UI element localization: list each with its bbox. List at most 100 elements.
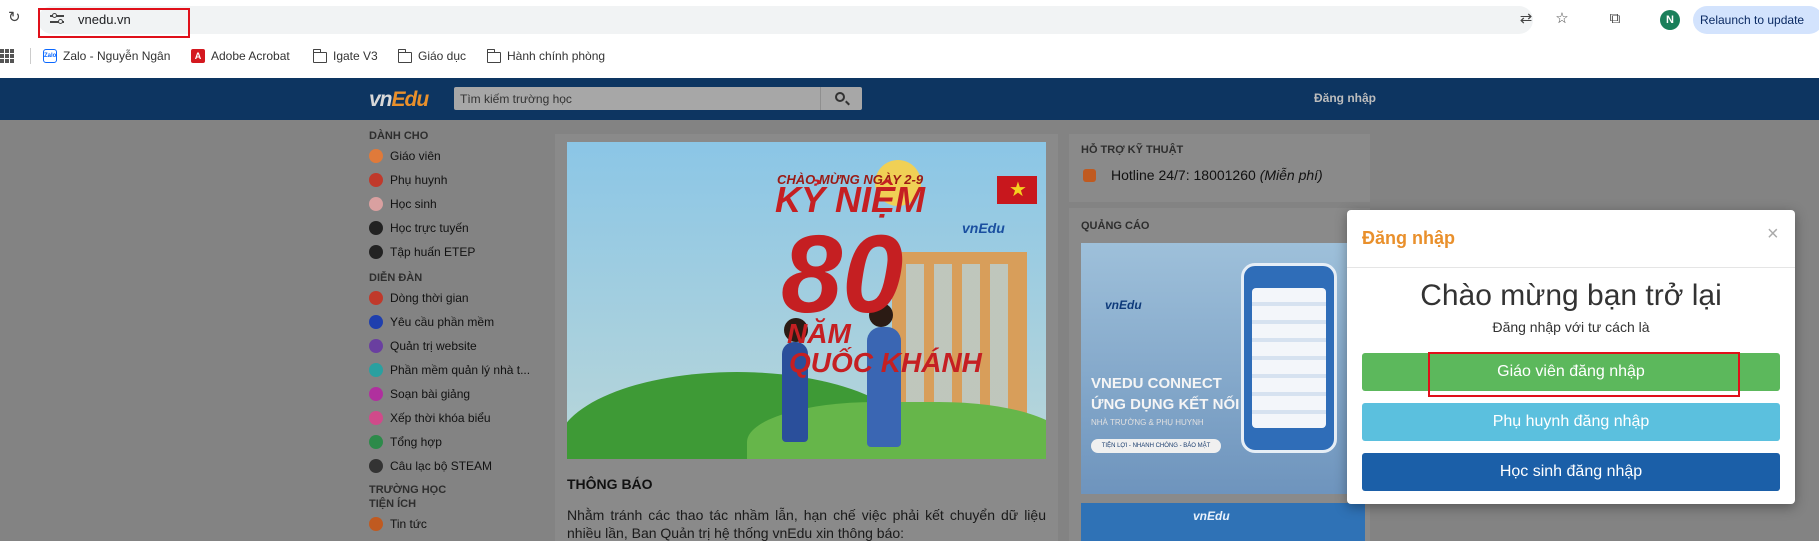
folder-icon [486,48,501,63]
zalo-icon: Zalo [43,49,57,63]
bookmarks-bar: Zalo Zalo - Nguyễn Ngân A Adobe Acrobat … [0,44,1819,68]
ad-line2: ỨNG DỤNG KẾT NỐI [1091,396,1240,413]
ad-pill: TIỆN LỢI - NHANH CHÓNG - BẢO MẬT [1091,439,1221,453]
menu-item-label: Học trực tuyến [390,221,469,235]
menu-section-title: TIỆN ÍCH [369,498,417,510]
modal-title: Đăng nhập [1362,228,1455,248]
bookmark-giao-duc[interactable]: Giáo dục [397,47,467,65]
timeline-icon [369,291,383,305]
search-input[interactable]: Tìm kiếm trường học [460,92,572,106]
menu-item[interactable]: Giáo viên [369,144,549,168]
browser-toolbar: ↻ vnedu.vn ⇄ ☆ ⧉ N Relaunch to update [0,0,1819,40]
menu-item-label: Tin tức [390,517,427,531]
news-icon [369,517,383,531]
support-title: HỖ TRỢ KỸ THUẬT [1081,144,1184,156]
page-content: vnEdu Tìm kiếm trường học Đăng nhập DÀNH… [0,78,1819,541]
menu-item-label: Câu lạc bộ STEAM [390,459,493,473]
header-login-link[interactable]: Đăng nhập [1314,91,1376,105]
main-column: ★ CHÀO MỪNG NGÀY 2-9 KỶ NIỆM 80 NĂM QUỐC… [555,134,1058,541]
vnedu-logo[interactable]: vnEdu [369,88,429,112]
ads-title: QUẢNG CÁO [1081,220,1150,232]
menu-item[interactable]: Quản trị website [369,334,549,358]
login-as-label: Đăng nhập với tư cách là [1492,319,1650,335]
menu-section-title: DIỄN ĐÀN [369,272,423,284]
support-box: HỖ TRỢ KỸ THUẬT Hotline 24/7: 18001260 (… [1069,134,1370,202]
menu-item-label: Giáo viên [390,149,441,163]
banner-brand: vnEdu [962,220,1005,236]
annotation-highlight-teacher-button [1428,352,1740,397]
menu-item[interactable]: Tập huấn ETEP [369,240,549,264]
menu-item-label: Học sinh [390,197,437,211]
parent-login-button[interactable]: Phụ huynh đăng nhập [1362,403,1780,441]
welcome-heading: Chào mừng bạn trở lại [1420,279,1722,312]
bookmarks-divider [30,48,31,64]
menu-item[interactable]: Xếp thời khóa biểu [369,406,549,430]
translate-icon[interactable]: ⇄ [1517,10,1535,28]
close-icon[interactable]: × [1767,224,1779,244]
site-header: vnEdu Tìm kiếm trường học Đăng nhập [0,78,1819,120]
menu-item[interactable]: Câu lạc bộ STEAM [369,454,549,478]
menu-item[interactable]: Phụ huynh [369,168,549,192]
menu-section-title: TRƯỜNG HỌC [369,484,447,496]
menu-item-label: Phần mềm quản lý nhà t... [390,363,531,377]
search-icon [835,92,845,102]
ad-vnedu-connect[interactable]: vnEdu VNEDU CONNECT ỨNG DỤNG KẾT NỐI NHÀ… [1081,243,1365,494]
bookmark-hanh-chinh[interactable]: Hành chính phòng [486,47,606,65]
menu-item[interactable]: Học trực tuyến [369,216,549,240]
bookmark-igate[interactable]: Igate V3 [312,47,378,65]
calendar-icon [369,411,383,425]
phone-mockup [1241,263,1337,453]
bookmark-label: Igate V3 [333,49,378,63]
apps-grid-icon[interactable] [0,49,14,63]
menu-item-label: Dòng thời gian [390,291,469,305]
teacher-icon [369,149,383,163]
acrobat-icon: A [191,49,205,63]
bookmark-label: Giáo dục [418,49,467,63]
relaunch-button[interactable]: Relaunch to update [1693,6,1819,34]
menu-item[interactable]: Yêu cầu phần mềm [369,310,549,334]
bookmark-label: Zalo - Nguyễn Ngân [63,49,171,63]
login-modal: Đăng nhập × Chào mừng bạn trở lại Đăng n… [1347,210,1795,504]
menu-item-label: Xếp thời khóa biểu [390,411,491,425]
extensions-icon[interactable]: ⧉ [1606,10,1624,28]
bookmark-label: Adobe Acrobat [211,49,290,63]
menu-item[interactable]: Soạn bài giảng [369,382,549,406]
search-button[interactable] [820,87,862,110]
ad-line3: NHÀ TRƯỜNG & PHỤ HUYNH [1091,418,1204,427]
menu-item-label: Phụ huynh [390,173,448,187]
menu-item[interactable]: Tin tức [369,512,549,536]
parent-icon [369,173,383,187]
student-login-button[interactable]: Học sinh đăng nhập [1362,453,1780,491]
anniversary-banner[interactable]: ★ CHÀO MỪNG NGÀY 2-9 KỶ NIỆM 80 NĂM QUỐC… [567,142,1046,459]
menu-item[interactable]: Phần mềm quản lý nhà t... [369,358,549,382]
menu-section-title: DÀNH CHO [369,130,429,142]
globe-icon [369,339,383,353]
notice-title: THÔNG BÁO [567,476,653,492]
menu-item[interactable]: Học sinh [369,192,549,216]
ad-line1: VNEDU CONNECT [1091,375,1222,392]
hotline-text[interactable]: Hotline 24/7: 18001260 (Miễn phí) [1111,167,1323,183]
plus-square-icon [369,435,383,449]
bookmark-acrobat[interactable]: A Adobe Acrobat [191,47,290,65]
profile-avatar[interactable]: N [1660,10,1680,30]
banner-line3: QUỐC KHÁNH [789,347,982,378]
menu-item-label: Yêu cầu phần mềm [390,315,495,329]
ad-brand: vnEdu [1105,298,1142,312]
bookmark-label: Hành chính phòng [507,49,606,63]
reload-icon[interactable]: ↻ [8,10,24,26]
ads-box: QUẢNG CÁO vnEdu VNEDU CONNECT ỨNG DỤNG K… [1069,208,1370,541]
annotation-highlight-url [38,8,190,38]
vietnam-flag-icon: ★ [997,176,1037,204]
menu-item[interactable]: Tổng hợp [369,430,549,454]
school-search[interactable]: Tìm kiếm trường học [454,87,862,110]
ad-second[interactable]: vnEdu [1081,503,1365,541]
address-bar[interactable] [38,6,1533,34]
banner-line2: NĂM [787,318,851,349]
bookmark-icon [369,315,383,329]
menu-item-label: Quản trị website [390,339,477,353]
menu-item-label: Soạn bài giảng [390,387,471,401]
bookmark-zalo[interactable]: Zalo Zalo - Nguyễn Ngân [43,47,170,65]
phone-icon [1083,169,1096,182]
star-icon[interactable]: ☆ [1553,10,1571,28]
menu-item[interactable]: Dòng thời gian [369,286,549,310]
